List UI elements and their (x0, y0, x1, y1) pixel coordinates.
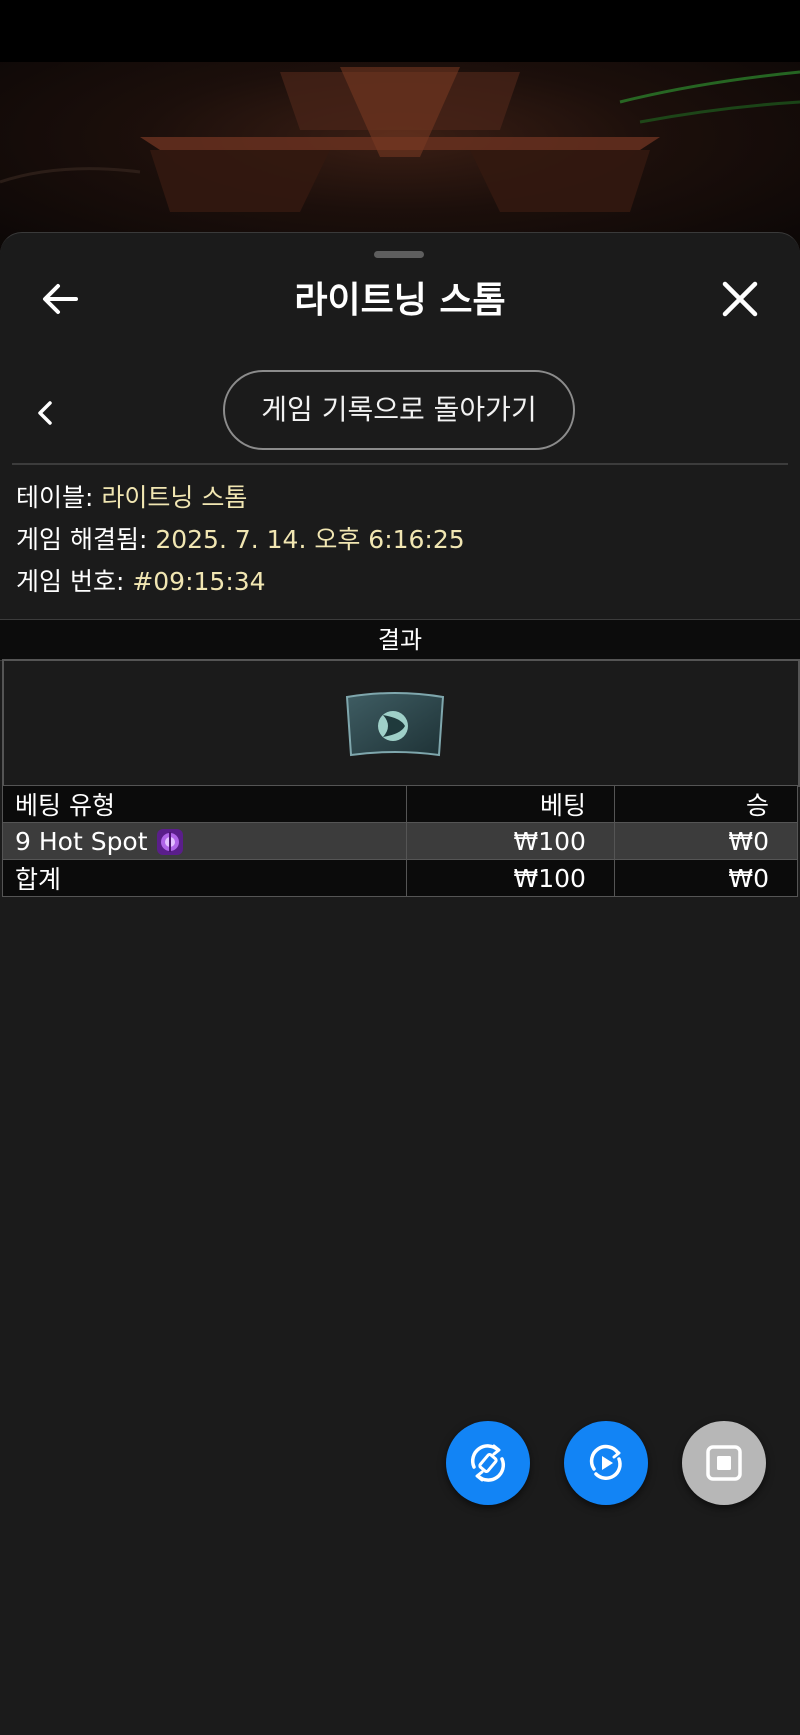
table-info: 테이블: 라이트닝 스톰 (16, 481, 247, 515)
stop-icon (706, 1445, 742, 1481)
resolved-value: 2025. 7. 14. 오후 6:16:25 (155, 525, 465, 554)
table-header-row: 베팅 유형 베팅 승 (1, 785, 799, 823)
lightning-result-card-icon (343, 691, 447, 761)
replay-button[interactable] (564, 1421, 648, 1505)
chevron-left-icon[interactable] (28, 395, 64, 431)
replay-icon (589, 1444, 622, 1480)
resolved-info: 게임 해결됨: 2025. 7. 14. 오후 6:16:25 (16, 523, 465, 557)
result-header: 결과 (0, 619, 800, 661)
table-value: 라이트닝 스톰 (101, 483, 248, 512)
result-panel (2, 659, 800, 787)
total-label: 합계 (1, 859, 408, 897)
bets-table: 베팅 유형 베팅 승 9 Hot Spot ₩100 ₩0 합계 ₩100 ₩0 (1, 785, 799, 897)
resolved-label: 게임 해결됨: (16, 525, 148, 554)
total-bet: ₩100 (406, 859, 615, 897)
column-bet: 베팅 (406, 785, 615, 823)
column-bet-type: 베팅 유형 (1, 785, 408, 823)
total-row: 합계 ₩100 ₩0 (1, 859, 799, 897)
round-info: 게임 번호: #09:15:34 (16, 565, 266, 599)
win-amount-cell: ₩0 (613, 822, 799, 860)
close-icon[interactable] (716, 275, 764, 323)
back-to-history-button[interactable]: 게임 기록으로 돌아가기 (223, 370, 575, 450)
status-bar (0, 0, 800, 62)
divider (12, 463, 788, 465)
rotate-button[interactable] (446, 1421, 530, 1505)
stop-button[interactable] (682, 1421, 766, 1505)
table-label: 테이블: (16, 483, 94, 512)
page-title: 라이트닝 스톰 (294, 280, 506, 321)
total-win: ₩0 (613, 859, 799, 897)
table-row: 9 Hot Spot ₩100 ₩0 (1, 822, 799, 860)
rotate-icon (470, 1444, 506, 1482)
game-details-sheet: 라이트닝 스톰 게임 기록으로 돌아가기 테이블: 라이트닝 스톰 게임 해결됨… (0, 232, 800, 1735)
game-background (0, 62, 800, 252)
round-label: 게임 번호: (16, 567, 125, 596)
column-win: 승 (613, 785, 799, 823)
bet-type-label: 9 Hot Spot (15, 826, 148, 856)
drag-handle[interactable] (374, 251, 424, 258)
hot-spot-icon (156, 828, 184, 856)
bet-amount-cell: ₩100 (406, 822, 615, 860)
bet-type-cell: 9 Hot Spot (1, 822, 408, 860)
round-value: #09:15:34 (132, 567, 266, 596)
